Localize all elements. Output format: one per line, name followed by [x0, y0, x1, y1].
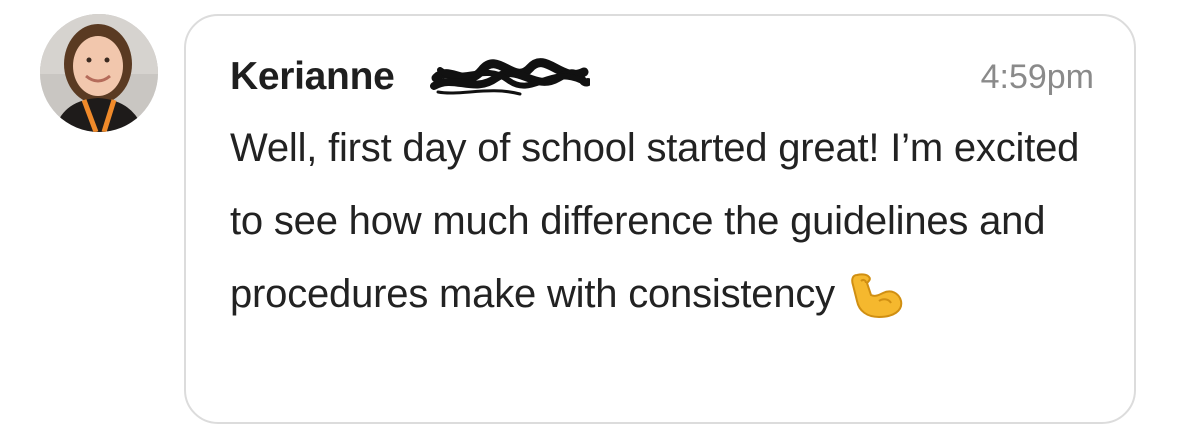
- sender-name[interactable]: Kerianne: [230, 54, 395, 100]
- avatar[interactable]: [40, 14, 158, 132]
- timestamp: 4:59pm: [980, 58, 1094, 96]
- flexed-biceps-icon: [849, 271, 905, 345]
- message-text: Well, first day of school started great!…: [230, 126, 1080, 316]
- message-bubble: Kerianne 4:59pm Well, first day of schoo…: [184, 14, 1136, 424]
- avatar-photo: [40, 14, 158, 132]
- message-header: Kerianne 4:59pm: [230, 54, 1094, 100]
- redaction-scribble-icon: [430, 58, 590, 96]
- message-body: Well, first day of school started great!…: [230, 112, 1110, 345]
